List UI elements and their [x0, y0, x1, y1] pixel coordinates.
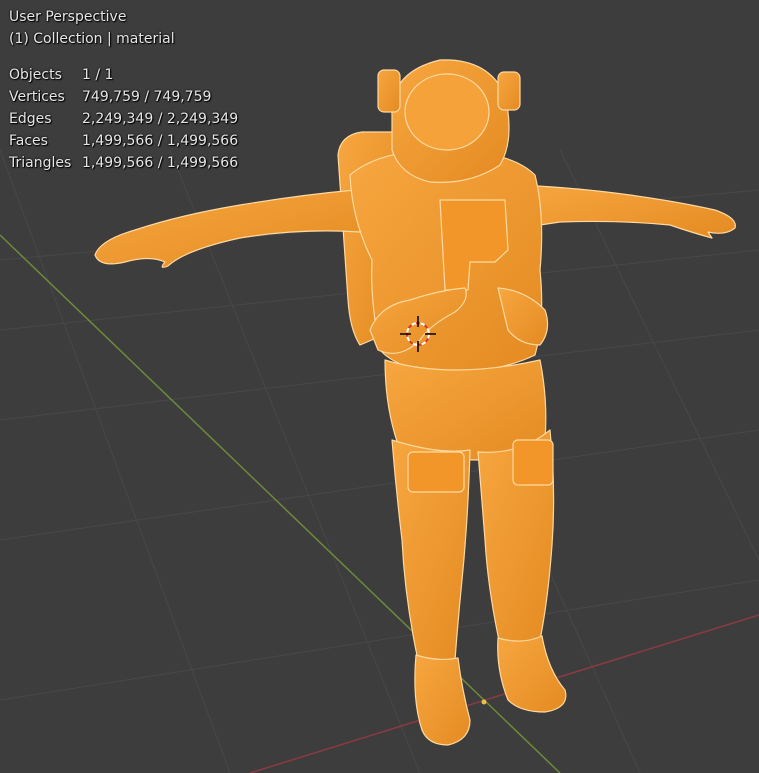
stat-row-triangles: Triangles 1,499,566 / 1,499,566 [9, 152, 238, 174]
astronaut-right-boot [497, 635, 567, 713]
stat-row-edges: Edges 2,249,349 / 2,249,349 [9, 108, 238, 130]
stat-row-objects: Objects 1 / 1 [9, 64, 238, 86]
astronaut-helmet-side-right [497, 71, 521, 111]
stat-label: Edges [9, 111, 52, 127]
astronaut-thigh-pocket-left [407, 451, 465, 493]
3d-viewport[interactable]: User Perspective (1) Collection | materi… [0, 0, 759, 773]
stat-label: Triangles [9, 155, 72, 171]
stat-value: 2,249,349 / 2,249,349 [82, 111, 239, 127]
scene-statistics: Objects 1 / 1 Vertices 749,759 / 749,759… [9, 64, 238, 174]
stat-row-faces: Faces 1,499,566 / 1,499,566 [9, 130, 238, 152]
viewport-header-info: User Perspective (1) Collection | materi… [9, 6, 175, 50]
stat-label: Objects [9, 67, 62, 83]
astronaut-left-arm [94, 189, 361, 268]
astronaut-helmet-side-left [377, 69, 401, 113]
world-origin [481, 699, 487, 705]
stat-value: 1 / 1 [82, 67, 114, 83]
stat-value: 749,759 / 749,759 [82, 89, 212, 105]
collection-info-label: (1) Collection | material [9, 31, 175, 47]
astronaut-left-boot [414, 654, 471, 746]
stat-label: Vertices [9, 89, 65, 105]
stat-row-vertices: Vertices 749,759 / 749,759 [9, 86, 238, 108]
stat-label: Faces [9, 133, 48, 149]
astronaut-right-arm [519, 184, 736, 239]
astronaut-thigh-pocket-right [512, 439, 554, 486]
stat-value: 1,499,566 / 1,499,566 [82, 133, 239, 149]
astronaut-visor [404, 73, 490, 151]
stat-value: 1,499,566 / 1,499,566 [82, 155, 239, 171]
view-name-label: User Perspective [9, 9, 127, 25]
